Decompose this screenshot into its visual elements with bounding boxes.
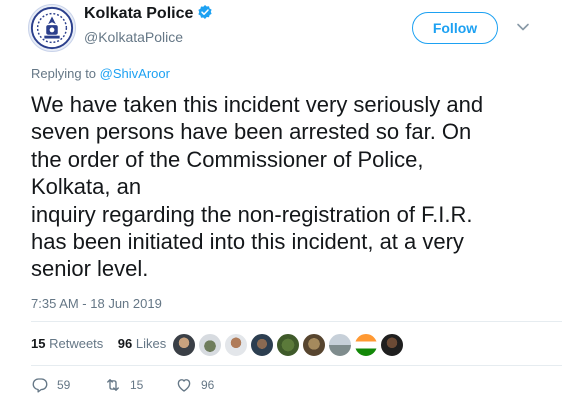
liker-avatar[interactable] xyxy=(250,333,274,357)
replying-to: Replying to @ShivAroor xyxy=(31,66,170,81)
tweet-line: senior level. xyxy=(31,256,149,282)
account-name[interactable]: Kolkata Police xyxy=(84,5,193,22)
chevron-down-icon[interactable] xyxy=(516,20,530,34)
likes-label: Likes xyxy=(135,336,167,351)
tweet-line: seven persons have been arrested so far.… xyxy=(31,119,472,145)
liker-avatar[interactable] xyxy=(354,333,378,357)
divider xyxy=(31,321,562,322)
liker-avatar[interactable] xyxy=(328,333,352,357)
tweet-line: Kolkata, an xyxy=(31,174,142,200)
tweet-line: We have taken this incident very serious… xyxy=(31,92,484,117)
replying-to-label: Replying to xyxy=(31,66,97,81)
tweet-text: We have taken this incident very serious… xyxy=(31,91,556,283)
verified-badge-icon xyxy=(198,5,212,19)
retweets-stat[interactable]: 15 Retweets xyxy=(31,336,103,351)
follow-button[interactable]: Follow xyxy=(412,12,498,44)
likes-stat[interactable]: 96 Likes xyxy=(118,336,166,351)
account-name-row[interactable]: Kolkata Police xyxy=(84,4,213,23)
divider xyxy=(31,365,562,366)
retweets-label: Retweets xyxy=(49,336,104,351)
avatar[interactable] xyxy=(28,4,76,52)
liker-avatar[interactable] xyxy=(276,333,300,357)
engagement-stats: 15 Retweets 96 Likes xyxy=(31,336,166,351)
account-handle[interactable]: @KolkataPolice xyxy=(84,29,183,45)
liker-avatar[interactable] xyxy=(172,333,196,357)
retweet-count: 15 xyxy=(130,378,144,392)
police-emblem-icon xyxy=(30,6,74,50)
tweet-timestamp[interactable]: 7:35 AM - 18 Jun 2019 xyxy=(31,296,162,311)
tweet-line: the order of the Commissioner of Police, xyxy=(31,146,424,172)
reply-action[interactable]: 59 xyxy=(31,376,70,394)
reply-count: 59 xyxy=(57,378,71,392)
like-icon xyxy=(177,379,191,392)
liker-avatar[interactable] xyxy=(302,333,326,357)
retweet-icon xyxy=(107,379,119,391)
liker-avatar[interactable] xyxy=(198,333,222,357)
liker-avatar[interactable] xyxy=(224,333,248,357)
like-action[interactable]: 96 xyxy=(175,376,214,394)
replying-to-handle[interactable]: @ShivAroor xyxy=(100,66,170,81)
tweet-line: inquiry regarding the non-registration o… xyxy=(31,201,473,227)
reply-icon xyxy=(32,378,48,393)
retweets-count: 15 xyxy=(31,336,46,351)
liker-avatar[interactable] xyxy=(380,333,404,357)
tweet-line: has been initiated into this incident, a… xyxy=(31,229,464,255)
retweet-action[interactable]: 15 xyxy=(104,376,143,394)
like-count: 96 xyxy=(201,378,215,392)
likes-count: 96 xyxy=(117,336,133,351)
